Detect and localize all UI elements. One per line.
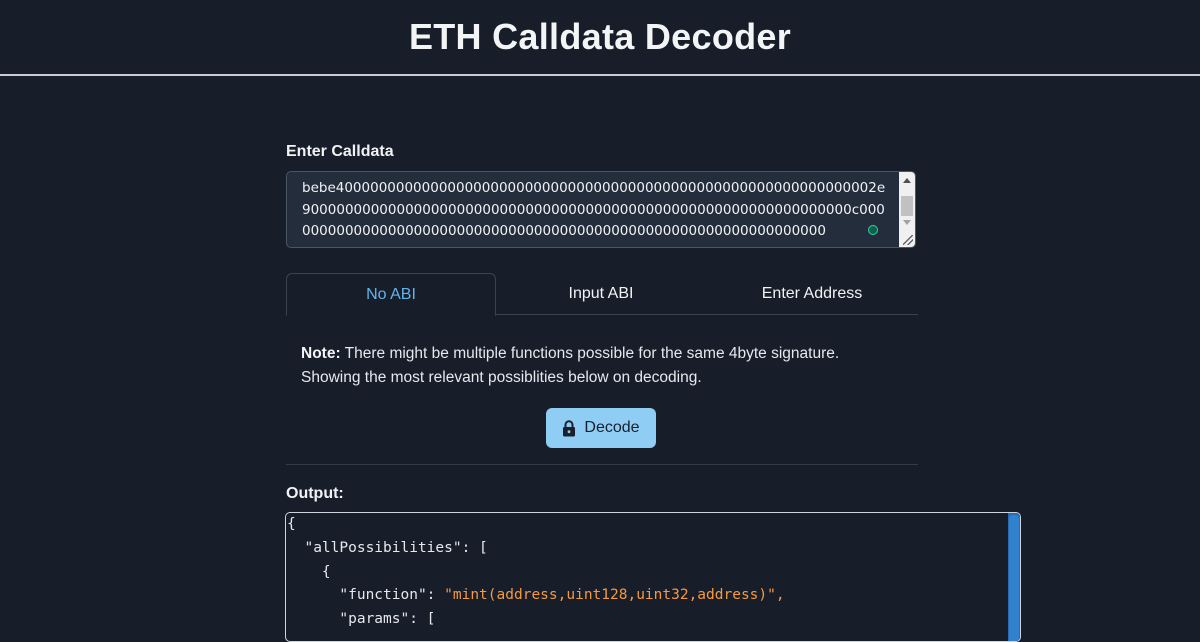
output-scroll-thumb[interactable] <box>1009 515 1019 641</box>
output-scrollbar[interactable] <box>1008 513 1020 641</box>
scroll-down-icon[interactable] <box>903 220 911 225</box>
note-body: There might be multiple functions possib… <box>301 345 840 386</box>
output-line: "params": [ <box>287 611 436 628</box>
note-prefix: Note: <box>301 345 341 362</box>
output-json[interactable]: { "allPossibilities": [ { "function": "m… <box>287 513 785 632</box>
note-text: Note: There might be multiple functions … <box>301 342 901 390</box>
abi-tabs: No ABI Input ABI Enter Address <box>286 273 918 316</box>
output-line: "function": <box>287 587 445 604</box>
section-divider <box>286 464 918 465</box>
output-line: { <box>287 563 331 580</box>
output-panel[interactable]: { "allPossibilities": [ { "function": "m… <box>285 512 1021 642</box>
decode-button[interactable]: Decode <box>546 408 656 448</box>
calldata-value[interactable]: bebe400000000000000000000000000000000000… <box>302 178 887 243</box>
output-line: "allPossibilities": [ <box>287 539 488 556</box>
tab-no-abi[interactable]: No ABI <box>286 273 496 316</box>
tab-input-abi[interactable]: Input ABI <box>496 273 706 315</box>
tab-enter-address[interactable]: Enter Address <box>707 273 917 315</box>
scroll-thumb[interactable] <box>901 196 913 216</box>
calldata-label: Enter Calldata <box>286 143 394 160</box>
lock-icon <box>563 419 576 436</box>
output-label: Output: <box>286 485 344 502</box>
decode-button-label: Decode <box>584 419 640 436</box>
status-indicator-icon <box>868 225 878 235</box>
page-title: ETH Calldata Decoder <box>408 16 792 57</box>
resize-grip-icon[interactable] <box>903 235 913 245</box>
function-signature: "mint(address,uint128,uint32,address)", <box>444 587 785 604</box>
output-line: { <box>287 516 296 532</box>
calldata-input[interactable]: bebe400000000000000000000000000000000000… <box>286 171 916 248</box>
scroll-up-icon[interactable] <box>903 178 911 183</box>
top-bar: ETH Calldata Decoder <box>0 0 1200 76</box>
